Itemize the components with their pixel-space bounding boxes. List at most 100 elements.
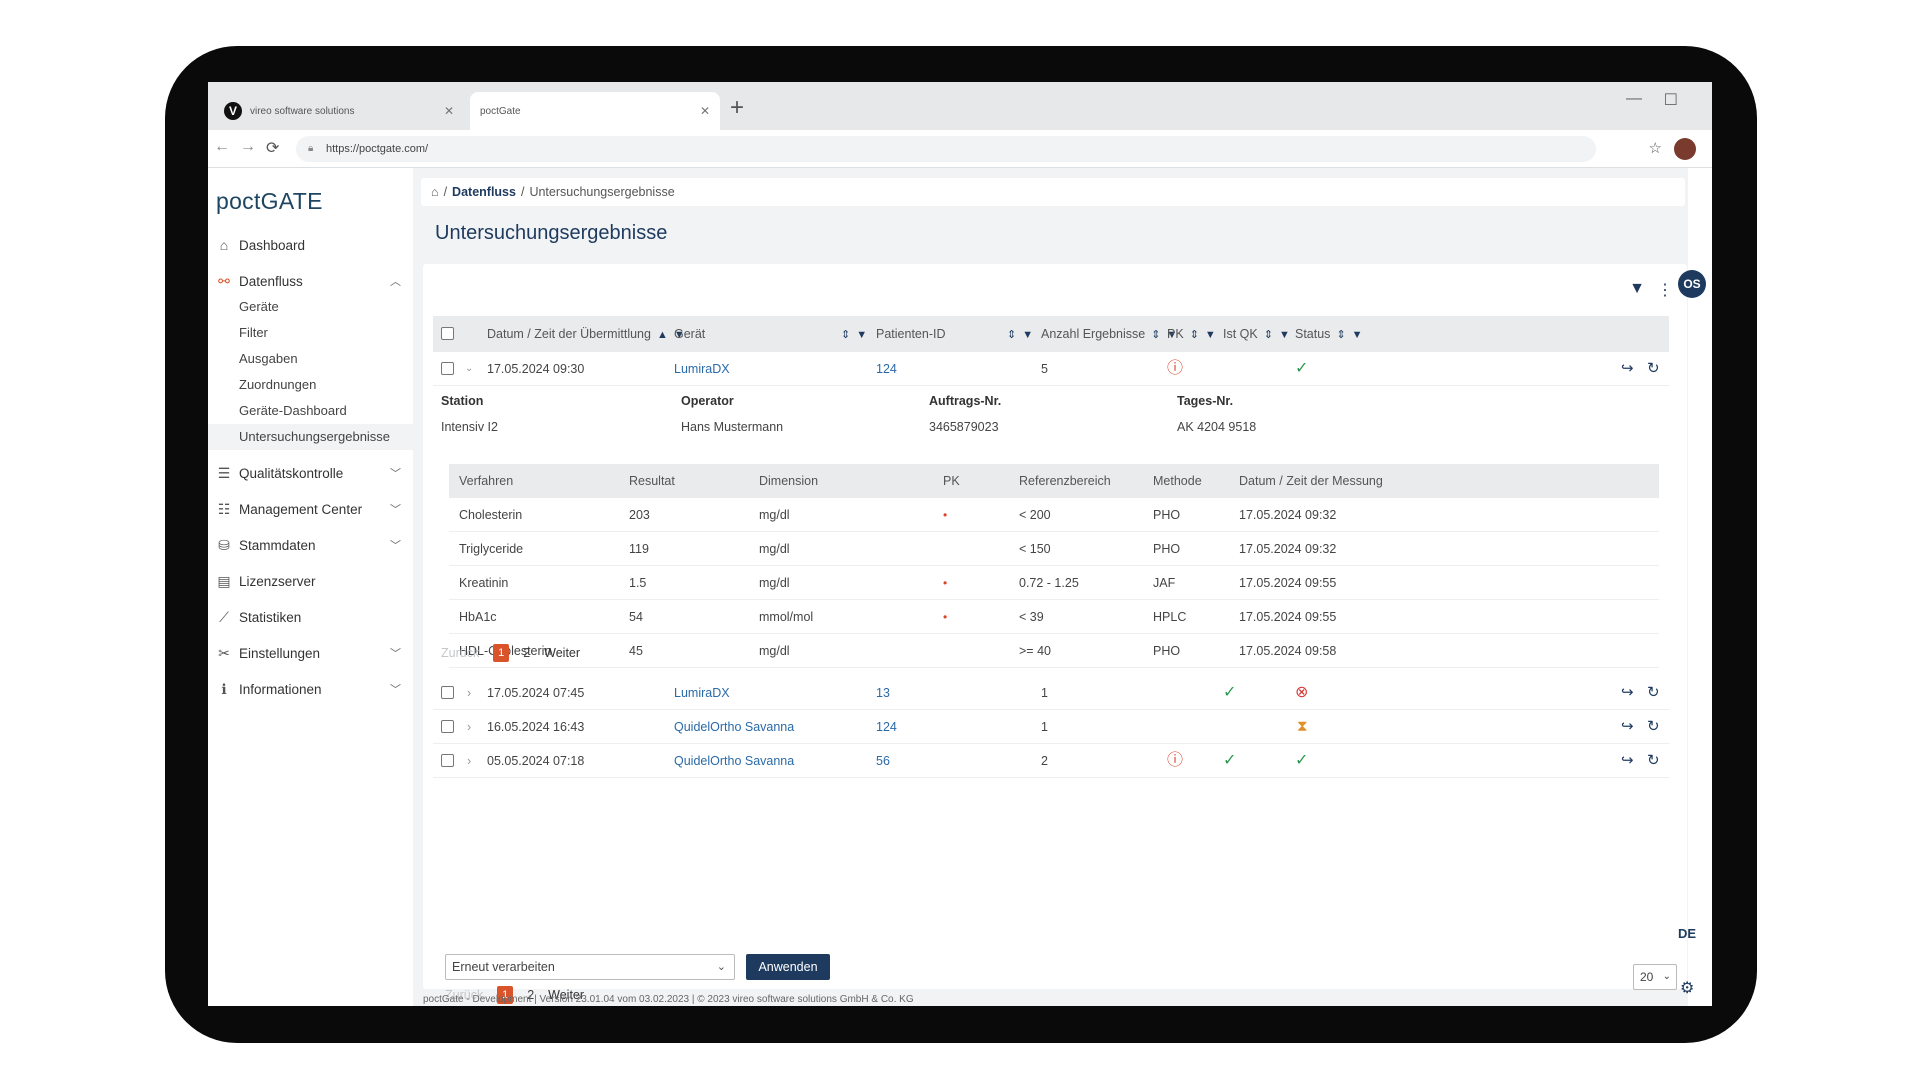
sort-icon[interactable]: ⇕ (1336, 329, 1345, 341)
more-vert-icon[interactable]: ⋮ (1657, 280, 1673, 300)
sidebar-item-datenfluss[interactable]: ⚯ Datenfluss ︿ (208, 266, 413, 296)
page-title: Untersuchungsergebnisse (435, 222, 668, 244)
row-checkbox[interactable] (441, 362, 454, 375)
tab-title: poctGate (480, 105, 521, 117)
col-status[interactable]: Status ⇕ ▼ (1295, 316, 1363, 352)
select-all-checkbox[interactable] (441, 327, 454, 340)
app-logo[interactable]: poctGATE (216, 188, 323, 215)
sidebar-sub-zuordnungen[interactable]: Zuordnungen (208, 372, 413, 398)
pagination-page[interactable]: 2 (523, 646, 530, 660)
sidebar-item-lizenzserver[interactable]: ▤ Lizenzserver (208, 566, 413, 596)
url-field[interactable]: 🔒︎ https://poctgate.com/ (296, 136, 1596, 162)
user-avatar[interactable]: OS (1678, 270, 1706, 298)
sort-icon[interactable]: ⇕ (1264, 329, 1273, 341)
subcol-methode: Methode (1153, 474, 1202, 488)
sort-icon[interactable]: ⇕ (1151, 329, 1160, 341)
reload-icon[interactable]: ⟳ (266, 138, 279, 158)
row-checkbox[interactable] (441, 686, 454, 699)
maximize-icon[interactable]: ☐ (1664, 90, 1678, 110)
row-checkbox[interactable] (441, 754, 454, 767)
cell-device-link[interactable]: QuidelOrtho Savanna (674, 744, 794, 778)
cell-patient-link[interactable]: 124 (876, 710, 897, 744)
sidebar-sub-geraete[interactable]: Geräte (208, 294, 413, 320)
new-tab-button[interactable]: + (730, 94, 744, 122)
filter-icon[interactable]: ▼ (1205, 329, 1216, 341)
sidebar-item-stammdaten[interactable]: ⛁ Stammdaten ﹀ (208, 530, 413, 560)
sort-icon[interactable]: ⇕ (1190, 329, 1199, 341)
forward-icon[interactable]: ↪ (1621, 352, 1634, 386)
reprocess-icon[interactable]: ↻ (1647, 744, 1660, 778)
cell-device-link[interactable]: LumiraDX (674, 676, 730, 710)
chevron-right-icon[interactable]: › (467, 744, 471, 778)
filter-icon[interactable]: ▼ (1279, 329, 1290, 341)
sidebar-item-statistiken[interactable]: ⟋ Statistiken (208, 602, 413, 632)
table-row[interactable]: › 05.05.2024 07:18 QuidelOrtho Savanna 5… (433, 744, 1669, 778)
sidebar-item-management-center[interactable]: ☷ Management Center ﹀ (208, 494, 413, 524)
sidebar-sub-filter[interactable]: Filter (208, 320, 413, 346)
filter-icon[interactable]: ▼ (1352, 329, 1363, 341)
reprocess-icon[interactable]: ↻ (1647, 676, 1660, 710)
col-geraet-tools: ⇕ ▼ (835, 316, 867, 352)
apply-button[interactable]: Anwenden (746, 954, 830, 980)
close-icon[interactable]: ✕ (444, 104, 454, 118)
tab-vireo[interactable]: V vireo software solutions ✕ (214, 92, 464, 130)
table-row[interactable]: › 17.05.2024 07:45 LumiraDX 13 1 ✓ ⊗ ↪ ↻ (433, 676, 1669, 710)
chevron-right-icon[interactable]: › (467, 676, 471, 710)
back-icon[interactable]: ← (214, 138, 230, 156)
chevron-down-icon[interactable]: ⌄ (465, 352, 473, 386)
bulk-action-select[interactable]: Erneut verarbeiten ⌄ (445, 954, 735, 980)
forward-icon[interactable]: ↪ (1621, 744, 1634, 778)
breadcrumb-section[interactable]: Datenfluss (452, 185, 516, 199)
forward-icon[interactable]: → (240, 138, 256, 156)
sidebar-item-einstellungen[interactable]: ✂ Einstellungen ﹀ (208, 638, 413, 668)
cell-patient-link[interactable]: 124 (876, 352, 897, 386)
sidebar-sub-ausgaben[interactable]: Ausgaben (208, 346, 413, 372)
table-row[interactable]: › 16.05.2024 16:43 QuidelOrtho Savanna 1… (433, 710, 1669, 744)
filter-icon[interactable]: ▼ (856, 329, 867, 341)
page-size-select[interactable]: 20 ⌄ (1633, 964, 1677, 990)
sidebar-sub-geraete-dashboard[interactable]: Geräte-Dashboard (208, 398, 413, 424)
reprocess-icon[interactable]: ↻ (1647, 352, 1660, 386)
cell-patient-link[interactable]: 13 (876, 676, 890, 710)
tab-poctgate[interactable]: poctGate ✕ (470, 92, 720, 130)
col-ist-qk[interactable]: Ist QK ⇕ ▼ (1223, 316, 1290, 352)
sidebar-item-informationen[interactable]: ℹ Informationen ﹀ (208, 674, 413, 704)
cell-device-link[interactable]: QuidelOrtho Savanna (674, 710, 794, 744)
sidebar-sub-untersuchungsergebnisse[interactable]: Untersuchungsergebnisse (208, 424, 413, 450)
filter-icon[interactable]: ▼ (1629, 280, 1645, 300)
filter-icon[interactable]: ▼ (1022, 329, 1033, 341)
pagination-next[interactable]: Weiter (544, 646, 580, 660)
col-patienten-id[interactable]: Patienten-ID (876, 316, 945, 352)
sort-icon[interactable]: ⇕ (841, 329, 850, 341)
table-row[interactable]: ⌄ 17.05.2024 09:30 LumiraDX 124 5 ⓘ ✓ ↪ … (433, 352, 1669, 386)
profile-avatar[interactable] (1674, 138, 1696, 160)
sort-icon[interactable]: ⇕ (1007, 329, 1016, 341)
sidebar-item-qualitaetskontrolle[interactable]: ☰ Qualitätskontrolle ﹀ (208, 458, 413, 488)
cell-device-link[interactable]: LumiraDX (674, 352, 730, 386)
row-checkbox[interactable] (441, 720, 454, 733)
gear-icon[interactable]: ⚙ (1680, 978, 1694, 998)
list-check-icon: ☰ (217, 464, 231, 481)
sort-asc-icon[interactable]: ▲ (657, 329, 668, 341)
right-rail: OS DE ⚙ (1678, 168, 1712, 1006)
chevron-right-icon[interactable]: › (467, 710, 471, 744)
pagination-current[interactable]: 1 (493, 644, 510, 662)
reprocess-icon[interactable]: ↻ (1647, 710, 1660, 744)
home-icon[interactable]: ⌂ (431, 185, 439, 199)
close-icon[interactable]: ✕ (700, 104, 710, 118)
col-geraet[interactable]: Gerät (674, 316, 705, 352)
chevron-down-icon: ﹀ (390, 540, 401, 552)
forward-icon[interactable]: ↪ (1621, 710, 1634, 744)
col-datum[interactable]: Datum / Zeit der Übermittlung ▲ ▼ (487, 316, 685, 352)
forward-icon[interactable]: ↪ (1621, 676, 1634, 710)
hourglass-icon: ⧗ (1297, 718, 1308, 735)
col-pk[interactable]: PK ⇕ ▼ (1167, 316, 1216, 352)
language-switch[interactable]: DE (1678, 926, 1696, 941)
col-anzahl[interactable]: Anzahl Ergebnisse ⇕ ▼ (1041, 316, 1177, 352)
tab-bar: V vireo software solutions ✕ poctGate ✕ … (208, 82, 1712, 130)
minimize-icon[interactable]: — (1626, 90, 1642, 108)
pagination-prev[interactable]: Zurück (441, 646, 479, 660)
sidebar-item-dashboard[interactable]: ⌂ Dashboard (208, 230, 413, 260)
bookmark-star-icon[interactable]: ☆ (1649, 139, 1662, 157)
cell-patient-link[interactable]: 56 (876, 744, 890, 778)
